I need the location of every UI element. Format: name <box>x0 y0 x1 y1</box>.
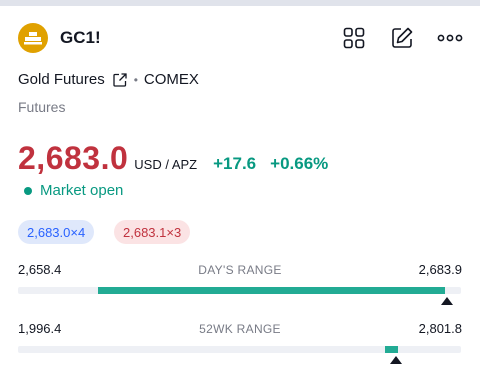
separator-dot: • <box>133 72 138 87</box>
52wk-range-track <box>18 346 461 364</box>
52wk-range-marker-icon <box>389 356 402 364</box>
instrument-name[interactable]: Gold Futures <box>18 71 105 88</box>
days-range-label: DAY'S RANGE <box>198 263 282 277</box>
exchange-name: COMEX <box>143 71 199 88</box>
currency-unit: USD / APZ <box>134 157 198 172</box>
market-status: Market open <box>24 182 123 199</box>
external-link-icon[interactable] <box>112 72 128 88</box>
quote-row: 2,683.0 USD / APZ +17.6 +0.66% <box>18 140 328 177</box>
instrument-category: Futures <box>18 99 66 115</box>
instrument-info: Gold Futures • COMEX <box>18 71 199 88</box>
ask-badge: 2,683.1×3 <box>114 220 191 244</box>
market-status-text: Market open <box>40 182 124 199</box>
price-change-percent: +0.66% <box>270 154 329 173</box>
ticker-symbol[interactable]: GC1! <box>60 28 101 48</box>
days-range-high: 2,683.9 <box>418 262 462 277</box>
52wk-range-high: 2,801.8 <box>418 321 462 336</box>
top-border <box>0 0 480 6</box>
bid-badge: 2,683.0×4 <box>18 220 95 244</box>
days-range-fill <box>97 287 446 294</box>
days-range-track <box>18 287 461 305</box>
edit-icon[interactable] <box>388 24 416 52</box>
more-icon[interactable] <box>436 24 464 52</box>
grid-icon[interactable] <box>340 24 368 52</box>
status-dot-icon <box>24 186 32 195</box>
days-range-marker-icon <box>440 297 453 305</box>
price-change: +17.6 <box>213 154 257 173</box>
symbol-header: GC1! <box>18 22 464 54</box>
52wk-range-fill <box>384 346 399 353</box>
last-price: 2,683.0 <box>18 140 129 176</box>
gold-bars-logo <box>18 23 48 53</box>
52wk-range-label: 52WK RANGE <box>199 322 281 336</box>
